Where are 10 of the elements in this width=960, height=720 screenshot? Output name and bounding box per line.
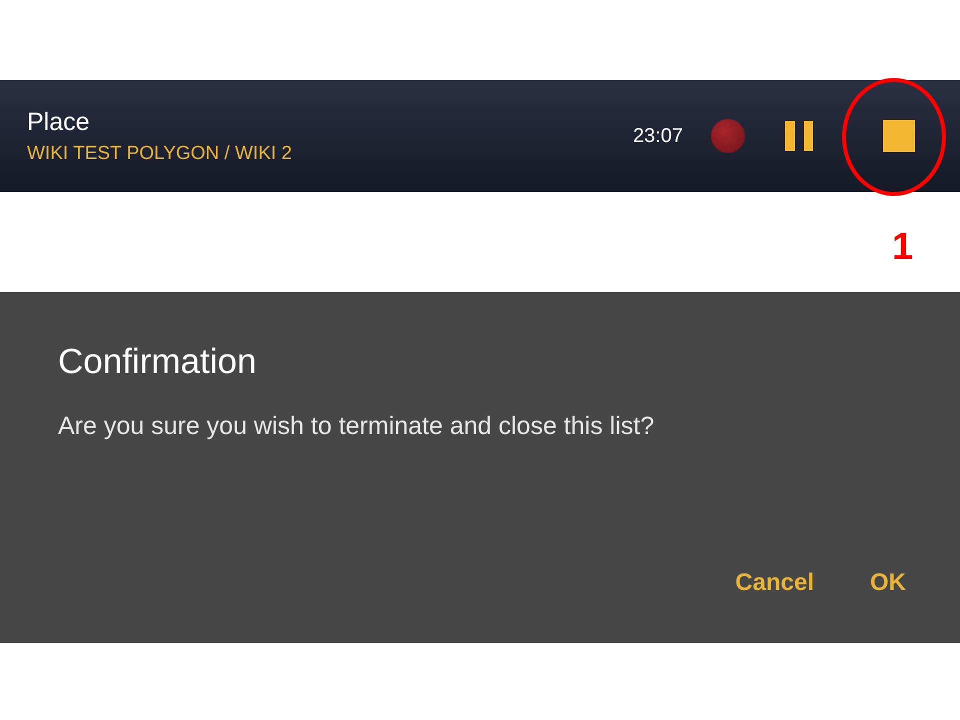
dialog-button[interactable]: Cancel [735, 569, 814, 597]
record-button[interactable] [711, 119, 745, 153]
callout-number: 1 [892, 226, 914, 269]
toolbar-title: Place [27, 108, 91, 136]
timer: 23:07 [632, 124, 683, 148]
pause-button[interactable] [785, 121, 813, 151]
toolbar-subtitle: WIKI TEST POLYGON / WIKI 2 [27, 142, 293, 164]
dialog-title: Confirmation [58, 342, 258, 382]
dialog-button[interactable]: OK [870, 569, 906, 597]
dialog-message: Are you sure you wish to terminate and close this list? [58, 412, 656, 441]
